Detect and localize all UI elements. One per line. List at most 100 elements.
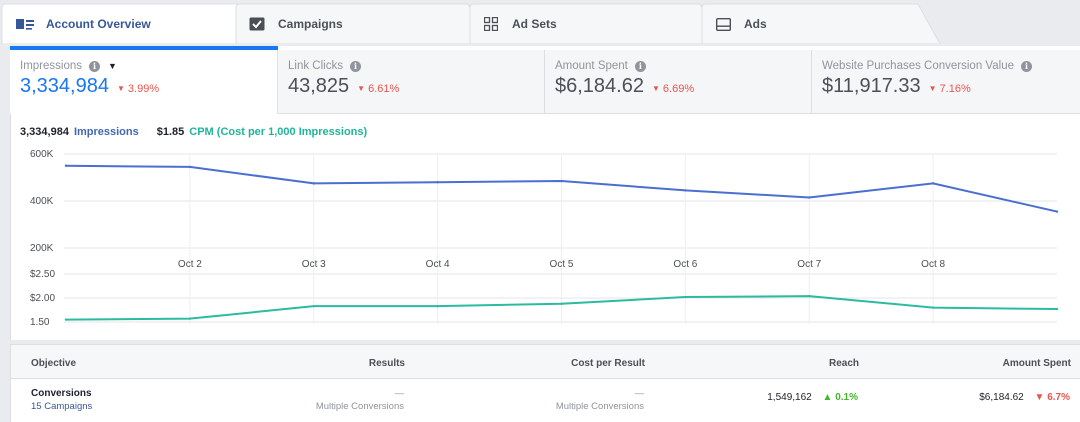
tab-account-overview[interactable]: Account Overview [6,4,151,44]
down-arrow-icon: ▼ [928,84,937,93]
metric-label-row: Amount Spent i [555,60,811,72]
metric-value: $11,917.33 [822,75,921,97]
x-tick-label: Oct 7 [797,259,821,270]
ad-sets-icon [482,17,500,31]
row-campaigns-link[interactable]: 15 Campaigns [31,401,92,412]
metric-label-row: Website Purchases Conversion Value i [822,60,1080,72]
cpm-point [1055,307,1059,311]
cpm-point [64,318,68,321]
x-tick-label: Oct 3 [302,259,326,270]
down-arrow-icon: ▼ [1034,392,1045,403]
chart-legend: 3,334,984 Impressions $1.85 CPM (Cost pe… [20,126,367,138]
header-objective[interactable]: Objective [31,358,76,369]
impressions-point [64,164,68,167]
metric-label: Link Clicks [288,60,343,72]
legend-impressions-value: 3,334,984 [20,126,69,138]
delta-text: 6.61% [368,83,400,95]
delta-text: 3.99% [127,83,160,95]
metric-value: 43,825 [288,75,350,97]
impressions-point [436,181,439,184]
info-icon[interactable]: i [634,60,646,72]
cpm-point [312,304,315,308]
x-tick-label: Oct 4 [426,259,450,270]
up-arrow-icon: ▲ [822,392,833,403]
metric-impressions[interactable]: Impressions i ▼ 3,334,984 ▼ 3.99% [10,50,278,114]
delta-text: 6.69% [662,83,695,95]
row-results-dash: — [394,388,405,399]
tab-bar: Account Overview Campaigns Ad Sets Ads [0,0,1080,44]
row-reach-value: 1,549,162 [767,392,812,403]
impressions-point [560,179,563,183]
cpm-point [188,317,192,320]
metric-value-row: 43,825 ▼ 6.61% [288,75,544,98]
impressions-point [684,189,687,192]
metric-delta: ▼ 6.61% [357,83,399,95]
y-tick-label: 600K [30,149,54,160]
info-icon[interactable]: i [1020,60,1032,72]
metric-value: 3,334,984 [20,75,109,97]
metric-value-row: 3,334,984 ▼ 3.99% [20,75,277,98]
x-tick-label: Oct 6 [673,259,697,270]
header-cost-per-result[interactable]: Cost per Result [571,358,645,369]
down-arrow-icon: ▼ [116,84,125,93]
dropdown-caret-icon[interactable]: ▼ [108,61,117,71]
metric-value-row: $6,184.62 ▼ 6.69% [555,75,811,98]
cpm-point [436,304,439,308]
x-tick-label: Oct 5 [550,259,574,270]
impressions-point [1055,210,1059,213]
row-results-sub: Multiple Conversions [315,401,404,412]
tab-label: Account Overview [46,17,151,31]
cpm-point [560,302,563,305]
metric-website-purchases-conversion-value[interactable]: Website Purchases Conversion Value i $11… [812,50,1080,114]
metric-value: $6,184.62 [555,75,644,97]
tab-campaigns[interactable]: Campaigns [238,4,343,44]
campaigns-icon [248,17,266,31]
x-tick-label: Oct 2 [178,259,202,270]
legend-impressions-label[interactable]: Impressions [74,126,139,138]
header-results[interactable]: Results [369,358,405,369]
tab-ad-sets[interactable]: Ad Sets [472,4,557,44]
account-overview-icon [16,17,34,31]
down-arrow-icon: ▼ [651,84,660,93]
metric-delta: ▼ 3.99% [117,83,159,95]
header-amount-spent[interactable]: Amount Spent [1003,358,1071,369]
table-header: Objective Results Cost per Result Reach … [11,345,1080,379]
x-tick-label: Oct 8 [921,259,945,270]
y-tick-label: 1.50 [30,317,50,328]
metric-label-row: Link Clicks i [288,60,544,72]
cpm-point [931,306,935,309]
down-arrow-icon: ▼ [357,84,366,93]
header-reach[interactable]: Reach [829,358,859,369]
row-reach-delta: 0.1% [835,392,858,403]
metric-label-row: Impressions i ▼ [20,60,277,72]
info-icon[interactable]: i [89,60,100,72]
impressions-point [808,196,811,199]
tab-label: Ads [744,17,767,31]
y-tick-label: 400K [30,196,54,207]
cpm-point [808,294,811,298]
legend-cpm-value: $1.85 [156,126,185,138]
impressions-point [312,182,315,185]
delta-text: 7.16% [939,83,971,95]
row-reach: 1,549,162 ▲ 0.1% [767,392,858,403]
row-spent: $6,184.62 ▼ 6.7% [979,392,1070,403]
cpm-point [684,295,687,299]
row-cost-dash: — [634,388,645,399]
tab-ads[interactable]: Ads [704,4,767,44]
row-spent-delta: 6.7% [1047,392,1070,403]
metric-amount-spent[interactable]: Amount Spent i $6,184.62 ▼ 6.69% [545,50,812,114]
metric-link-clicks[interactable]: Link Clicks i 43,825 ▼ 6.61% [278,50,545,114]
metric-label: Impressions [20,60,82,72]
tab-label: Campaigns [278,17,343,31]
objective-table: Objective Results Cost per Result Reach … [10,344,1080,422]
row-cost-sub: Multiple Conversions [555,401,644,412]
legend-cpm-label[interactable]: CPM (Cost per 1,000 Impressions) [189,126,367,138]
metric-label: Website Purchases Conversion Value [822,60,1014,72]
impressions-point [188,165,192,169]
impressions-point [931,182,935,185]
metric-label: Amount Spent [555,60,628,72]
tab-label: Ad Sets [512,17,557,31]
info-icon[interactable]: i [349,60,361,72]
metric-delta: ▼ 6.69% [652,83,694,95]
performance-chart: 600K 400K 200K $2.50 $2.00 1.50 Oct 2 Oct 3 Oct … [30,149,1059,328]
